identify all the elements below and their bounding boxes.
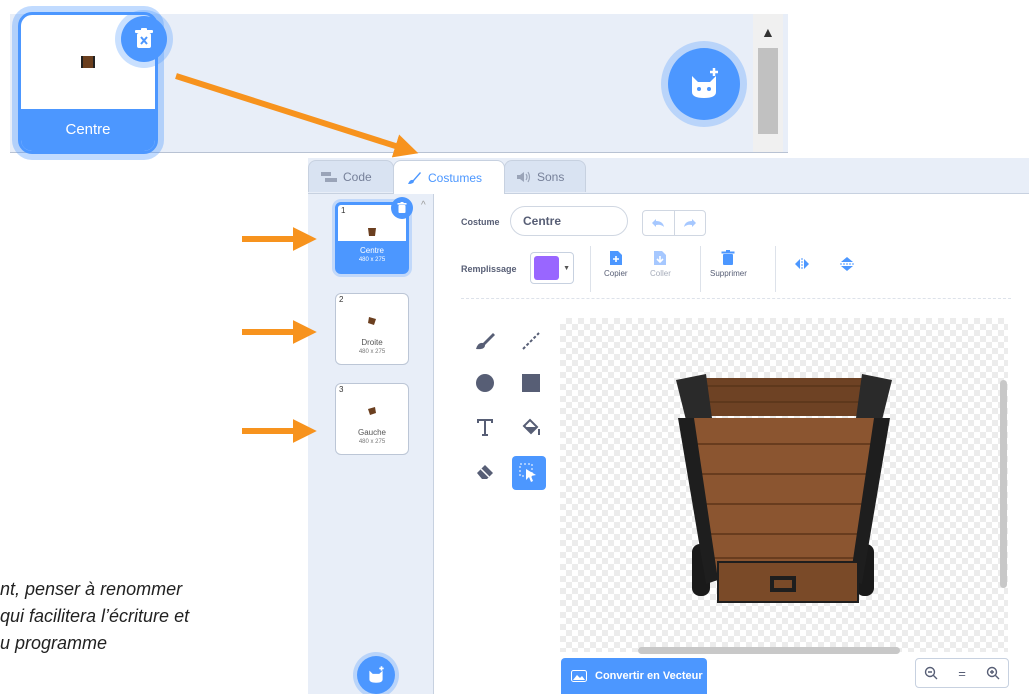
paint-canvas[interactable] bbox=[560, 318, 1008, 652]
costume-name: Droite bbox=[361, 338, 383, 347]
copy-label: Copier bbox=[604, 269, 628, 278]
rectangle-icon bbox=[522, 374, 540, 392]
instruction-caption: nt, penser à renommer qui facilitera l’é… bbox=[0, 576, 189, 657]
tab-sounds[interactable]: Sons bbox=[504, 160, 586, 192]
editor-tabs: Code Costumes Sons bbox=[308, 158, 1029, 194]
copy-button[interactable]: Copier bbox=[604, 250, 628, 278]
zoom-out-icon bbox=[925, 666, 938, 680]
delete-button[interactable]: Supprimer bbox=[710, 250, 747, 278]
caption-line-3: u programme bbox=[0, 633, 108, 653]
rectangle-tool[interactable] bbox=[514, 366, 548, 400]
select-tool[interactable] bbox=[512, 456, 546, 490]
convert-to-vector-button[interactable]: Convertir en Vecteur bbox=[561, 658, 707, 694]
flip-vertical-button[interactable] bbox=[840, 256, 854, 272]
delete-label: Supprimer bbox=[710, 269, 747, 278]
chevron-down-icon: ▼ bbox=[563, 264, 570, 272]
brush-icon bbox=[408, 171, 421, 184]
zoom-reset-button[interactable]: = bbox=[947, 659, 978, 687]
zoom-controls: = bbox=[915, 658, 1009, 688]
eraser-icon bbox=[477, 465, 493, 479]
undo-redo-group bbox=[642, 210, 706, 236]
canvas-horizontal-scrollbar[interactable] bbox=[638, 647, 900, 654]
zoom-in-button[interactable] bbox=[977, 659, 1008, 687]
costume-name: Gauche bbox=[357, 428, 387, 437]
convert-to-vector-label: Convertir en Vecteur bbox=[595, 670, 703, 682]
paste-label: Coller bbox=[650, 269, 671, 278]
sprite-name-label: Centre bbox=[21, 109, 155, 151]
line-tool[interactable] bbox=[514, 324, 548, 358]
list-scroll-up-icon[interactable]: ^ bbox=[421, 200, 426, 211]
paste-icon bbox=[654, 251, 667, 265]
costume-item-2[interactable]: 2 Droite 480 x 275 bbox=[335, 293, 409, 365]
copy-icon bbox=[609, 251, 622, 265]
brush-tool[interactable] bbox=[468, 324, 502, 358]
scroll-up-icon[interactable]: ▲ bbox=[761, 24, 775, 40]
fill-label: Remplissage bbox=[461, 264, 517, 274]
text-icon bbox=[477, 419, 493, 436]
cat-add-icon bbox=[369, 666, 384, 683]
trash-icon bbox=[397, 202, 407, 213]
add-sprite-button[interactable] bbox=[668, 48, 740, 120]
costume-editor: ^ 1 Centre 480 x 275 2 Droite 480 x 275 … bbox=[308, 193, 1029, 694]
undo-button[interactable] bbox=[643, 211, 674, 235]
costume-item-3[interactable]: 3 Gauche 480 x 275 bbox=[335, 383, 409, 455]
undo-icon bbox=[652, 219, 665, 227]
circle-icon bbox=[476, 374, 494, 392]
sprite-delete-button[interactable] bbox=[121, 16, 167, 62]
circle-tool[interactable] bbox=[468, 366, 502, 400]
costume-thumbnail bbox=[338, 219, 406, 245]
tab-code-label: Code bbox=[343, 169, 372, 184]
redo-icon bbox=[683, 219, 696, 227]
costume-name: Centre bbox=[359, 246, 384, 255]
fill-tool[interactable] bbox=[514, 410, 548, 444]
costume-thumbnail bbox=[336, 398, 408, 424]
flip-vertical-icon bbox=[840, 257, 854, 271]
mine-cart-costume bbox=[676, 374, 892, 603]
costume-thumbnail bbox=[336, 308, 408, 334]
costume-name-label: Costume bbox=[461, 217, 500, 227]
flip-horizontal-button[interactable] bbox=[794, 258, 810, 270]
paste-button[interactable]: Coller bbox=[650, 250, 671, 278]
tab-costumes[interactable]: Costumes bbox=[393, 160, 505, 194]
image-icon bbox=[571, 670, 587, 682]
paint-bucket-icon bbox=[522, 418, 540, 435]
trash-icon bbox=[135, 28, 153, 48]
speaker-icon bbox=[517, 171, 531, 182]
brush-icon bbox=[476, 333, 495, 350]
zoom-out-button[interactable] bbox=[916, 659, 947, 687]
costume-delete-button[interactable] bbox=[391, 197, 413, 219]
costume-size: 480 x 275 bbox=[358, 439, 386, 445]
sprite-pane-scrollbar[interactable]: ▲ bbox=[753, 14, 783, 152]
tab-sounds-label: Sons bbox=[537, 169, 565, 184]
costume-size: 480 x 275 bbox=[358, 257, 386, 263]
caption-line-1: nt, penser à renommer bbox=[0, 579, 183, 599]
code-icon bbox=[321, 171, 337, 182]
eraser-tool[interactable] bbox=[468, 454, 502, 488]
fill-color-swatch bbox=[534, 256, 560, 280]
scroll-thumb[interactable] bbox=[758, 48, 778, 134]
zoom-in-icon bbox=[986, 666, 1000, 680]
flip-horizontal-icon bbox=[795, 258, 809, 270]
costume-number: 1 bbox=[341, 206, 346, 215]
line-icon bbox=[522, 332, 540, 350]
tab-costumes-label: Costumes bbox=[428, 170, 483, 185]
fill-color-picker[interactable]: ▼ bbox=[530, 252, 574, 284]
trash-icon bbox=[721, 250, 735, 265]
costume-size: 480 x 275 bbox=[358, 349, 386, 355]
add-costume-button[interactable] bbox=[357, 656, 395, 694]
redo-button[interactable] bbox=[673, 211, 706, 235]
costume-number: 3 bbox=[339, 385, 344, 394]
costume-number: 2 bbox=[339, 295, 344, 304]
canvas-vertical-scrollbar[interactable] bbox=[1000, 380, 1007, 588]
caption-line-2: qui facilitera l’écriture et bbox=[0, 606, 190, 626]
select-icon bbox=[519, 463, 536, 482]
text-tool[interactable] bbox=[468, 410, 502, 444]
costume-list: ^ 1 Centre 480 x 275 2 Droite 480 x 275 … bbox=[308, 194, 434, 694]
costume-name-input[interactable] bbox=[510, 206, 628, 236]
tab-code[interactable]: Code bbox=[308, 160, 394, 192]
cat-add-icon bbox=[692, 68, 718, 98]
